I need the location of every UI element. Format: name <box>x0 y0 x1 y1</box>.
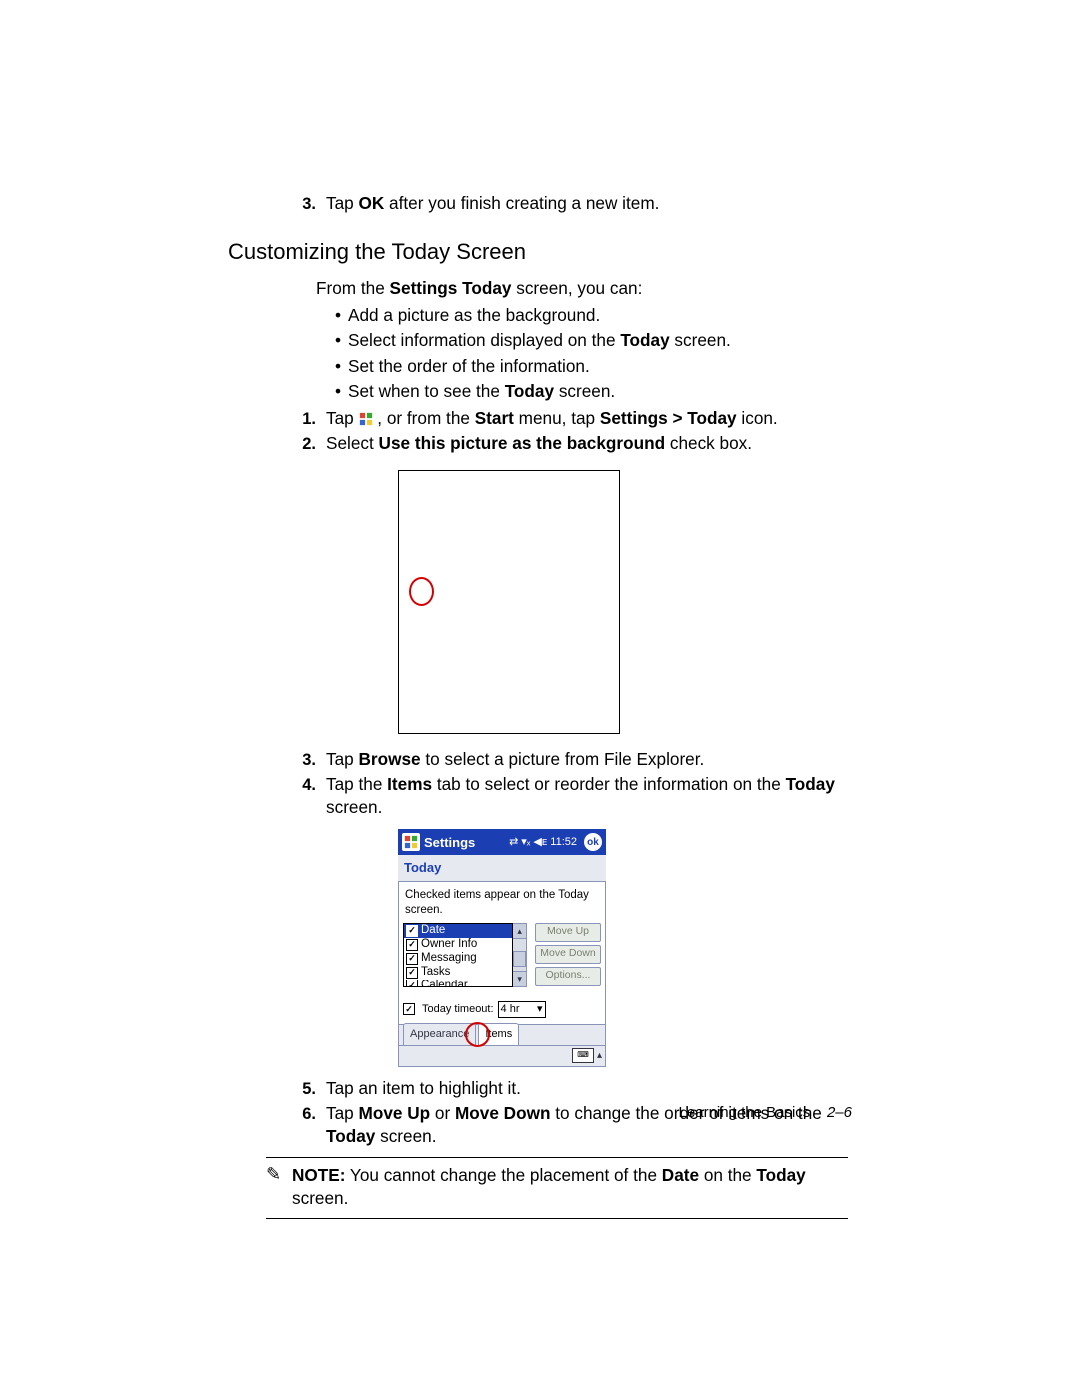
timeout-select[interactable]: 4 hr ▾ <box>498 1001 546 1018</box>
list-item-calendar[interactable]: ✓ Calendar <box>404 980 512 987</box>
keyboard-icon[interactable]: ⌨ <box>572 1048 594 1063</box>
options-button[interactable]: Options... <box>535 967 601 986</box>
connectivity-icon: ⇄ <box>509 835 518 850</box>
list-item: • Set the order of the information. <box>328 355 848 378</box>
section-heading: Customizing the Today Screen <box>228 237 848 267</box>
figure-blank-screenshot <box>398 470 620 734</box>
ok-button[interactable]: ok <box>584 833 602 851</box>
menu-up-icon[interactable]: ▴ <box>597 1049 602 1063</box>
step-3-top: 3. Tap OK after you finish creating a ne… <box>290 192 848 215</box>
screen-title: Today <box>398 855 606 882</box>
wm-title-bar: Settings ⇄ ▾ₓ ◀ᴇ 11:52 ok <box>398 829 606 855</box>
list-item-date[interactable]: ✓ Date <box>404 924 512 938</box>
step-2: 2. Select Use this picture as the backgr… <box>290 432 848 455</box>
timeout-label: Today timeout: <box>422 1002 494 1017</box>
start-menu-icon[interactable] <box>402 833 420 851</box>
note-icon: ✎ <box>266 1164 292 1183</box>
move-down-button[interactable]: Move Down <box>535 945 601 964</box>
today-items-listbox[interactable]: ✓ Date ✓ Owner Info ✓ Messaging ✓ <box>403 923 513 987</box>
clock-time: 11:52 <box>550 835 577 850</box>
timeout-checkbox[interactable]: ✓ <box>403 1003 415 1015</box>
checkbox-icon[interactable]: ✓ <box>406 939 418 951</box>
signal-icon: ▾ₓ <box>521 835 530 850</box>
step-4: 4. Tap the Items tab to select or reorde… <box>290 773 848 819</box>
scroll-up-button[interactable]: ▴ <box>513 924 526 939</box>
tab-items[interactable]: Items <box>478 1023 519 1045</box>
speaker-icon: ◀ᴇ <box>533 835 547 850</box>
checkbox-icon[interactable]: ✓ <box>406 925 418 937</box>
divider <box>266 1157 848 1158</box>
list-item-tasks[interactable]: ✓ Tasks <box>404 966 512 980</box>
checkbox-icon[interactable]: ✓ <box>406 953 418 965</box>
scroll-thumb[interactable] <box>513 951 526 967</box>
page-footer: Learning the Basics 2–6 <box>679 1104 852 1121</box>
intro-line: From the Settings Today screen, you can: <box>316 277 848 300</box>
list-item: • Set when to see the Today screen. <box>328 380 848 403</box>
step-1: 1. Tap , or from the Start menu, tap Set… <box>290 407 848 430</box>
checkbox-icon[interactable]: ✓ <box>406 980 418 987</box>
list-item-messaging[interactable]: ✓ Messaging <box>404 952 512 966</box>
scrollbar[interactable]: ▴ ▾ <box>513 923 527 987</box>
list-item: • Select information displayed on the To… <box>328 329 848 352</box>
step-5: 5. Tap an item to highlight it. <box>290 1077 848 1100</box>
chevron-down-icon: ▾ <box>537 1002 543 1017</box>
list-item-owner-info[interactable]: ✓ Owner Info <box>404 938 512 952</box>
wm-bottom-bar: ⌨ ▴ <box>398 1046 606 1067</box>
figure-today-items-screenshot: Settings ⇄ ▾ₓ ◀ᴇ 11:52 ok Today Checked … <box>398 829 606 1067</box>
checkbox-icon[interactable]: ✓ <box>406 967 418 979</box>
move-up-button[interactable]: Move Up <box>535 923 601 942</box>
scroll-down-button[interactable]: ▾ <box>513 971 526 986</box>
hint-text: Checked items appear on the Today screen… <box>403 886 601 923</box>
bullet-list: • Add a picture as the background. • Sel… <box>328 304 848 403</box>
list-item: • Add a picture as the background. <box>328 304 848 327</box>
step-number: 3. <box>290 193 316 215</box>
app-title: Settings <box>424 834 475 852</box>
note-block: ✎ NOTE: You cannot change the placement … <box>266 1164 848 1210</box>
tab-appearance[interactable]: Appearance <box>403 1023 476 1045</box>
windows-start-icon <box>359 409 373 423</box>
red-circle-annotation <box>409 577 434 606</box>
step-3: 3. Tap Browse to select a picture from F… <box>290 748 848 771</box>
divider <box>266 1218 848 1219</box>
